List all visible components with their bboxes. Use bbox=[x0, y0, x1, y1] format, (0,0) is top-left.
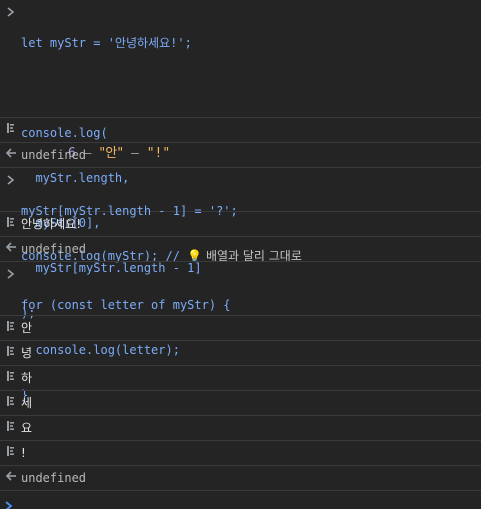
log-output: ! bbox=[21, 446, 26, 460]
return-arrow-icon bbox=[4, 237, 18, 261]
log-output: 하 bbox=[21, 371, 33, 385]
log-icon bbox=[4, 341, 18, 365]
log-output: 녕 bbox=[21, 346, 33, 360]
console-input-entry[interactable]: myStr[myStr.length - 1] = '?'; console.l… bbox=[0, 168, 481, 263]
devtools-console: let myStr = '안녕하세요!'; console.log( myStr… bbox=[0, 0, 481, 509]
chevron-right-icon bbox=[4, 174, 18, 189]
return-arrow-icon bbox=[4, 143, 18, 167]
chevron-right-icon bbox=[4, 6, 18, 21]
return-value: undefined bbox=[21, 148, 87, 162]
console-log-entry: ! bbox=[0, 441, 481, 466]
log-output: 세 bbox=[21, 396, 33, 410]
console-log-entry: 하 bbox=[0, 366, 481, 391]
log-icon bbox=[4, 441, 18, 465]
console-prompt[interactable] bbox=[4, 500, 14, 509]
console-log-entry: 요 bbox=[0, 416, 481, 441]
code-line: let myStr = '안녕하세요!'; bbox=[21, 36, 192, 50]
return-value: undefined bbox=[21, 471, 87, 485]
prompt-chevron-icon bbox=[4, 501, 14, 509]
log-output: 안 bbox=[21, 321, 33, 335]
console-log-entry: 녕 bbox=[0, 341, 481, 366]
log-icon bbox=[4, 316, 18, 340]
return-arrow-icon bbox=[4, 466, 18, 490]
console-return-entry: undefined bbox=[0, 237, 481, 262]
log-icon bbox=[4, 416, 18, 440]
console-log-entry: 6 – "안" – "!" bbox=[0, 118, 481, 161]
log-icon bbox=[4, 118, 18, 142]
console-return-entry: undefined bbox=[0, 143, 481, 168]
return-value: undefined bbox=[21, 242, 87, 256]
code-line: for (const letter of myStr) { bbox=[21, 298, 231, 312]
log-icon bbox=[4, 212, 18, 236]
log-output: 안녕하세요! bbox=[21, 217, 82, 231]
console-log-entry: 세 bbox=[0, 391, 481, 416]
console-return-entry: undefined bbox=[0, 466, 481, 491]
log-icon bbox=[4, 391, 18, 415]
log-icon bbox=[4, 366, 18, 390]
console-log-entry: 안 bbox=[0, 316, 481, 341]
chevron-right-icon bbox=[4, 268, 18, 283]
log-output: 요 bbox=[21, 421, 33, 435]
console-input-entry[interactable]: let myStr = '안녕하세요!'; console.log( myStr… bbox=[0, 0, 481, 320]
console-input-entry[interactable]: for (const letter of myStr) { console.lo… bbox=[0, 262, 481, 402]
console-log-entry: 안녕하세요! bbox=[0, 212, 481, 237]
